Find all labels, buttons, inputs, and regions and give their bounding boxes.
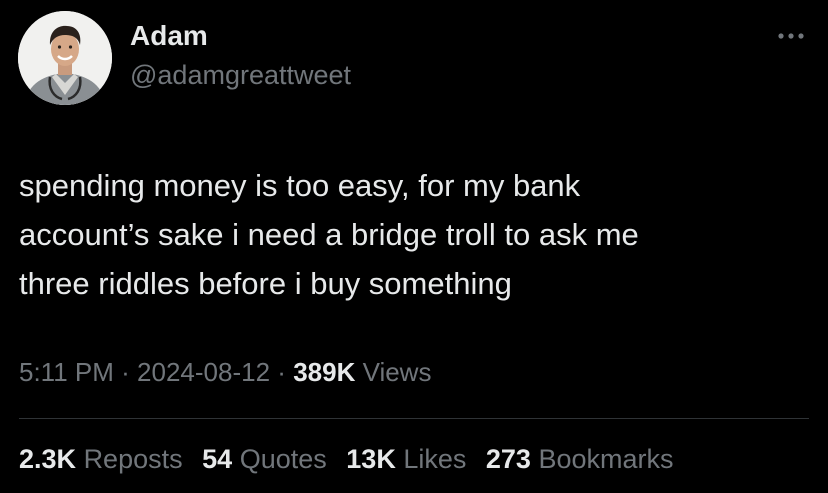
views-count: 389K [293, 357, 356, 387]
likes-count: 13K [346, 444, 396, 474]
reposts-stat[interactable]: 2.3K Reposts [19, 444, 183, 474]
avatar-photo [18, 11, 112, 105]
views-label: Views [362, 357, 432, 387]
avatar[interactable] [18, 11, 112, 105]
meta-separator: · [277, 357, 286, 387]
bookmarks-label: Bookmarks [538, 444, 674, 474]
reposts-count: 2.3K [19, 444, 77, 474]
more-dots-icon [778, 33, 804, 39]
tweet-meta: 5:11 PM · 2024-08-12 · 389K Views [19, 357, 431, 388]
engagement-stats: 2.3K Reposts 54 Quotes 13K Likes 273 Boo… [19, 444, 686, 475]
tweet-text: spending money is too easy, for my bank … [19, 168, 639, 301]
bookmarks-stat[interactable]: 273 Bookmarks [486, 444, 674, 474]
likes-label: Likes [403, 444, 467, 474]
quotes-stat[interactable]: 54 Quotes [202, 444, 327, 474]
quotes-label: Quotes [239, 444, 327, 474]
divider [19, 418, 809, 419]
quotes-count: 54 [202, 444, 233, 474]
more-icon[interactable] [774, 26, 808, 46]
tweet-time[interactable]: 5:11 PM [19, 357, 114, 387]
reposts-label: Reposts [83, 444, 183, 474]
likes-stat[interactable]: 13K Likes [346, 444, 466, 474]
author-handle[interactable]: @adamgreattweet [130, 60, 351, 91]
bookmarks-count: 273 [485, 444, 531, 474]
author-display-name[interactable]: Adam [130, 20, 208, 52]
meta-separator: · [121, 357, 130, 387]
tweet-date[interactable]: 2024-08-12 [137, 357, 270, 387]
